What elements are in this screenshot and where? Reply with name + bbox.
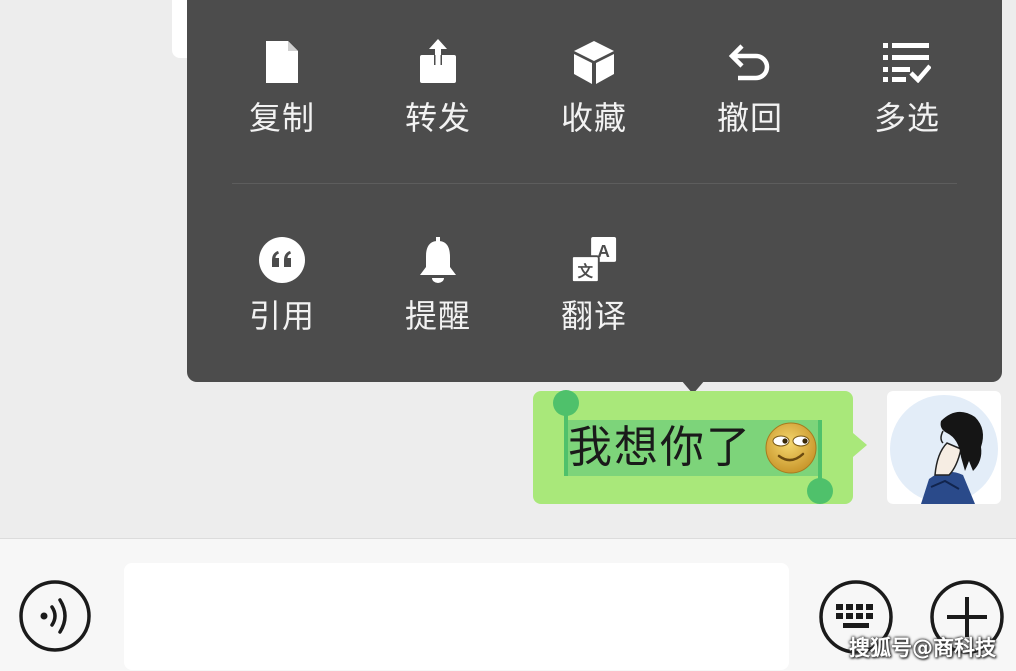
recall-undo-icon	[726, 38, 774, 86]
copy-document-icon	[258, 38, 306, 86]
menu-divider	[232, 183, 957, 184]
menu-item-favorite[interactable]: 收藏	[524, 36, 664, 156]
menu-item-label: 引用	[248, 297, 315, 335]
menu-item-multi-select[interactable]: 多选	[837, 36, 977, 156]
translate-icon: A文	[570, 236, 618, 284]
menu-item-label: 撤回	[716, 99, 783, 137]
menu-item-label: 提醒	[404, 297, 471, 335]
svg-text:文: 文	[578, 261, 594, 280]
menu-item-quote[interactable]: 引用	[212, 234, 352, 354]
bubble-tail	[853, 433, 867, 457]
message-input[interactable]	[124, 563, 789, 670]
avatar[interactable]	[887, 391, 1001, 504]
voice-input-button[interactable]	[19, 580, 91, 652]
smirk-emoji-icon	[763, 421, 819, 475]
menu-item-label: 翻译	[560, 297, 627, 335]
menu-item-recall[interactable]: 撤回	[680, 36, 820, 156]
forward-share-icon	[414, 38, 462, 86]
menu-item-forward[interactable]: 转发	[368, 36, 508, 156]
menu-item-label: 复制	[248, 99, 315, 137]
watermark-text: 搜狐号@商科技	[849, 636, 996, 660]
menu-item-translate[interactable]: A文 翻译	[524, 234, 664, 354]
message-text[interactable]: 我想你了	[568, 420, 752, 476]
menu-item-label: 收藏	[560, 99, 627, 137]
menu-item-remind[interactable]: 提醒	[368, 234, 508, 354]
remind-bell-icon	[414, 236, 462, 284]
selection-start-cursor[interactable]	[564, 412, 568, 476]
quote-icon	[258, 236, 306, 284]
selection-end-handle[interactable]	[807, 478, 833, 504]
multi-select-list-icon	[883, 38, 931, 86]
menu-item-copy[interactable]: 复制	[212, 36, 352, 156]
selection-start-handle[interactable]	[553, 390, 579, 416]
favorite-cube-icon	[570, 38, 618, 86]
message-context-menu: 复制 转发 收藏 撤回 多选 引用 提醒 A 文 翻译	[187, 0, 1002, 382]
menu-item-label: 多选	[873, 99, 940, 137]
menu-item-label: 转发	[404, 99, 471, 137]
voice-icon	[19, 580, 91, 652]
selection-end-cursor[interactable]	[818, 420, 822, 484]
